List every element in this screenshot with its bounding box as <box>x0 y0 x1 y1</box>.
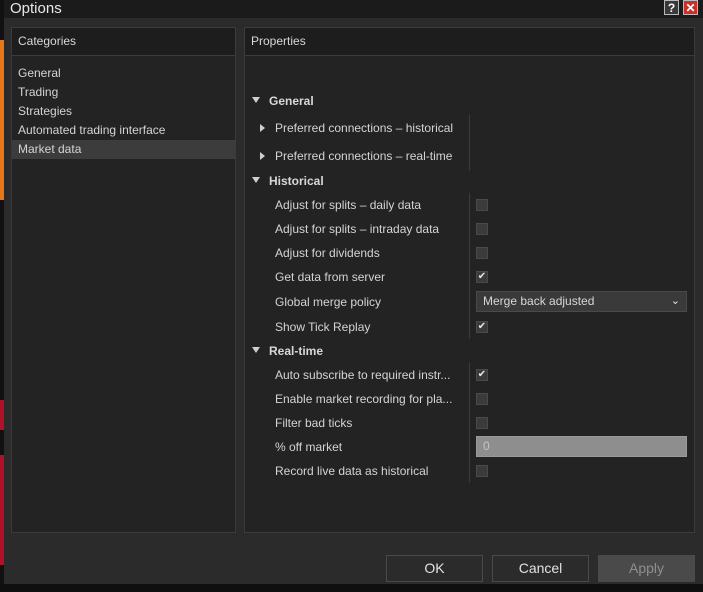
column-divider <box>469 363 470 483</box>
close-button[interactable]: ✕ <box>683 0 698 15</box>
categories-header: Categories <box>12 28 235 56</box>
property-label: Preferred connections – historical <box>275 121 454 135</box>
record-live-data-checkbox[interactable] <box>476 465 488 477</box>
property-label: Adjust for splits – daily data <box>275 198 422 212</box>
apply-button[interactable]: Apply <box>598 555 695 582</box>
window-title: Options <box>10 0 62 17</box>
section-label: General <box>269 94 314 108</box>
collapse-triangle-icon[interactable] <box>252 347 260 353</box>
section-general[interactable]: General <box>245 89 694 113</box>
categories-panel: Categories General Trading Strategies Au… <box>11 27 236 533</box>
category-strategies[interactable]: Strategies <box>12 102 235 121</box>
properties-panel: Properties General Preferred connections… <box>244 27 695 533</box>
section-label: Historical <box>269 174 324 188</box>
show-tick-replay-checkbox[interactable]: ✔ <box>476 321 488 333</box>
column-divider <box>469 193 470 339</box>
filter-bad-ticks-checkbox[interactable] <box>476 417 488 429</box>
properties-header: Properties <box>245 28 694 56</box>
chevron-down-icon: ⌄ <box>670 295 680 307</box>
section-label: Real-time <box>269 344 324 358</box>
expand-triangle-icon[interactable] <box>260 152 265 160</box>
property-label: % off market <box>275 440 343 454</box>
cancel-button[interactable]: Cancel <box>492 555 589 582</box>
adjust-splits-daily-checkbox[interactable] <box>476 199 488 211</box>
property-label: Get data from server <box>275 270 386 284</box>
enable-market-recording-checkbox[interactable] <box>476 393 488 405</box>
expand-triangle-icon[interactable] <box>260 124 265 132</box>
column-divider <box>469 115 470 171</box>
category-trading[interactable]: Trading <box>12 83 235 102</box>
collapse-triangle-icon[interactable] <box>252 97 260 103</box>
property-label: Preferred connections – real-time <box>275 149 453 163</box>
get-data-from-server-checkbox[interactable]: ✔ <box>476 271 488 283</box>
pct-off-market-input[interactable]: 0 <box>476 436 687 457</box>
select-value: Merge back adjusted <box>483 294 595 308</box>
ok-button[interactable]: OK <box>386 555 483 582</box>
property-label: Show Tick Replay <box>275 320 371 334</box>
property-label: Enable market recording for pla... <box>275 392 453 406</box>
global-merge-policy-select[interactable]: Merge back adjusted ⌄ <box>476 291 687 312</box>
category-automated-trading-interface[interactable]: Automated trading interface <box>12 121 235 140</box>
section-realtime[interactable]: Real-time <box>245 339 694 363</box>
property-label: Record live data as historical <box>275 464 429 478</box>
category-general[interactable]: General <box>12 64 235 83</box>
property-label: Adjust for dividends <box>275 246 380 260</box>
adjust-splits-intraday-checkbox[interactable] <box>476 223 488 235</box>
property-label: Global merge policy <box>275 295 382 309</box>
collapse-triangle-icon[interactable] <box>252 177 260 183</box>
section-historical[interactable]: Historical <box>245 169 694 193</box>
property-label: Auto subscribe to required instr... <box>275 368 451 382</box>
help-button[interactable]: ? <box>664 0 679 15</box>
category-market-data[interactable]: Market data <box>12 140 235 159</box>
property-label: Filter bad ticks <box>275 416 353 430</box>
categories-list: General Trading Strategies Automated tra… <box>12 56 235 159</box>
title-bar: Options ? ✕ <box>4 0 703 18</box>
property-label: Adjust for splits – intraday data <box>275 222 440 236</box>
auto-subscribe-checkbox[interactable]: ✔ <box>476 369 488 381</box>
adjust-dividends-checkbox[interactable] <box>476 247 488 259</box>
options-dialog: Options ? ✕ Categories General Trading S… <box>4 0 703 584</box>
